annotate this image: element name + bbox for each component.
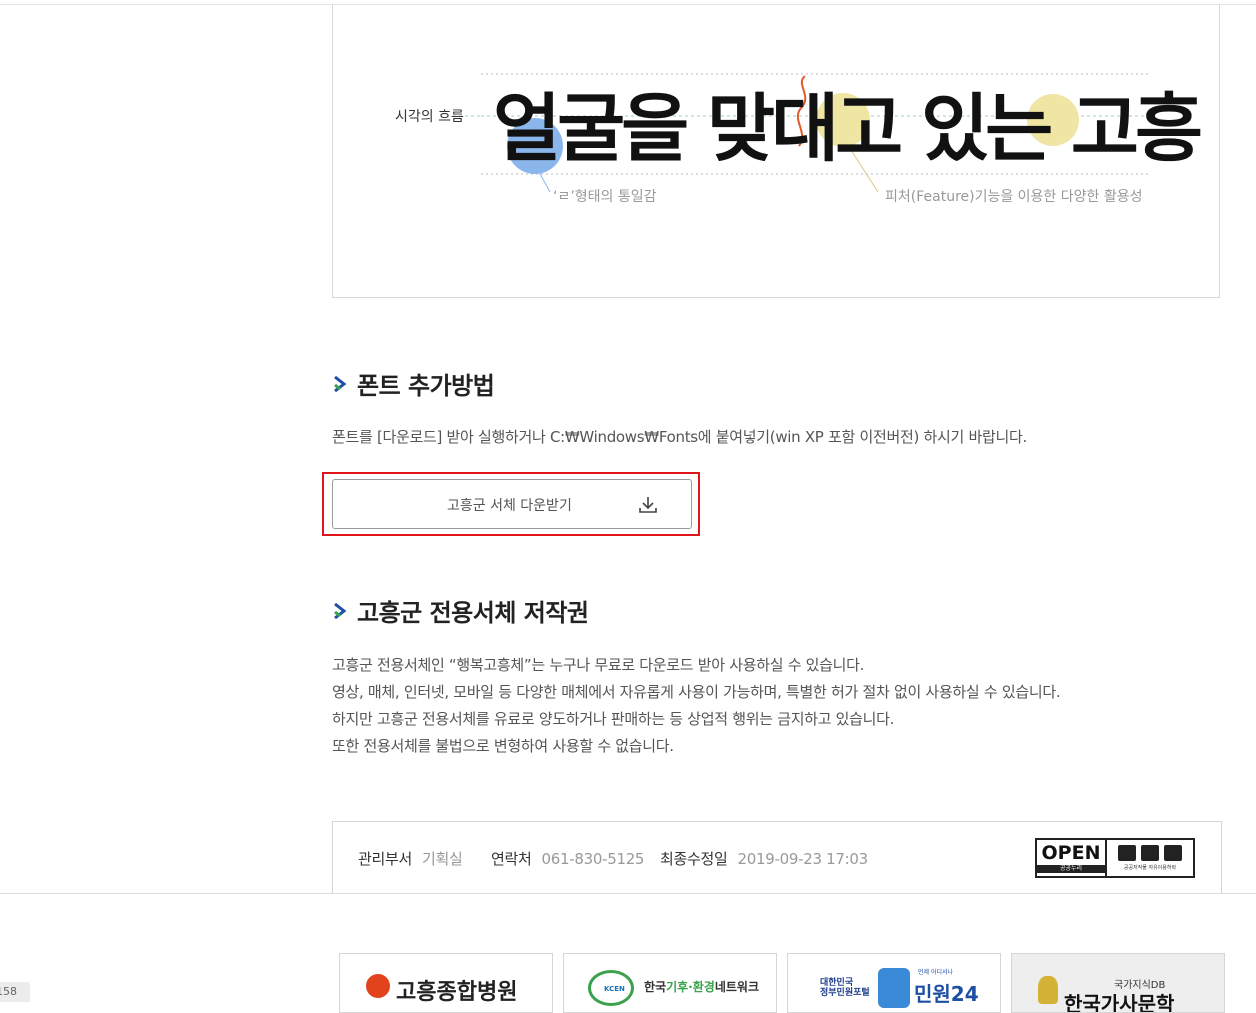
sample-phrase: 얼굴을 맞대고 있는 고흥 <box>493 86 1201 172</box>
install-title-text: 폰트 추가방법 <box>357 372 495 400</box>
banner-label: 민원24 <box>914 982 979 1006</box>
banner-goheung-hospital[interactable]: 고흥종합병원 <box>339 953 553 1013</box>
install-section-title: 폰트 추가방법 <box>333 366 495 401</box>
noncommercial-icon <box>1141 845 1159 861</box>
copyright-line: 또한 전용서체를 불법으로 변형하여 사용할 수 없습니다. <box>332 737 674 755</box>
attribution-icon <box>1118 845 1136 861</box>
install-instructions: 폰트를 [다운로드] 받아 실행하거나 C:₩Windows₩Fonts에 붙여… <box>332 428 1027 446</box>
rieul-note: ‘ㄹ’형태의 통일감 <box>553 189 657 205</box>
banner-label: 고흥종합병원 <box>396 980 518 1005</box>
font-sample-box: 얼굴을 맞대고 있는 고흥 시각의 흐름 ‘ㄹ’형태의 통일감 피처(Featu… <box>332 4 1220 298</box>
visual-flow-label: 시각의 흐름 <box>395 109 464 125</box>
open-word: OPEN <box>1041 841 1101 864</box>
kogl-open-license-badge[interactable]: OPEN 공공누리 공공저작물 자유이용허락 <box>1035 838 1195 878</box>
download-button-label: 고흥군 서체 다운받기 <box>447 498 572 514</box>
page-info-bar: 관리부서 기획실 연락처 061-830-5125 최종수정일 2019-09-23 … <box>332 821 1222 893</box>
open-right-sub: 공공저작물 자유이용허락 <box>1123 865 1177 871</box>
banner-kcen[interactable]: KCEN 한국기후·환경네트워크 <box>563 953 777 1013</box>
license-icons <box>1118 845 1182 861</box>
copyright-line: 고흥군 전용서체인 “행복고흥체”는 누구나 무료로 다운로드 받아 사용하실 … <box>332 656 865 674</box>
copyright-paragraph: 고흥군 전용서체인 “행복고흥체”는 누구나 무료로 다운로드 받아 사용하실 … <box>332 652 1061 760</box>
contact-info: 연락처 061-830-5125 <box>491 848 644 869</box>
contact-value: 061-830-5125 <box>541 850 645 868</box>
banner-label: 한국가사문학 <box>1064 992 1175 1013</box>
banner-gasa-literature[interactable]: 국가지식DB 한국가사문학 <box>1011 953 1225 1013</box>
no-derivatives-icon <box>1164 845 1182 861</box>
feature-note: 피처(Feature)기능을 이용한 다양한 활용성 <box>885 189 1143 205</box>
gasa-logo-icon <box>1038 976 1058 1004</box>
banner-minwon24[interactable]: 대한민국 정부민원포털 언제 어디서나 민원24 <box>787 953 1001 1013</box>
updated-value: 2019-09-23 17:03 <box>737 850 869 868</box>
copyright-section-title: 고흥군 전용서체 저작권 <box>333 593 589 628</box>
banner-top-text: 언제 어디서나 <box>918 969 954 976</box>
chevron-bullet-icon <box>334 602 347 619</box>
download-icon <box>639 497 657 513</box>
copyright-line: 영상, 매체, 인터넷, 모바일 등 다양한 매체에서 자유롭게 사용이 가능하… <box>332 683 1061 701</box>
font-sample-illustration: 얼굴을 맞대고 있는 고흥 <box>453 73 1205 193</box>
open-sub: 공공누리 <box>1037 864 1105 873</box>
contact-label: 연락처 <box>491 850 532 868</box>
page-number-tab: 158 <box>0 982 30 1002</box>
minwon-mascot-icon <box>878 968 910 1008</box>
dept-value: 기획실 <box>422 850 463 868</box>
banner-label: 한국기후·환경네트워크 <box>644 980 759 994</box>
copyright-title-text: 고흥군 전용서체 저작권 <box>357 599 589 627</box>
banner-portal-label: 대한민국 정부민원포털 <box>820 978 870 998</box>
dept-label: 관리부서 <box>358 850 413 868</box>
download-font-button[interactable]: 고흥군 서체 다운받기 <box>332 479 692 529</box>
last-updated: 최종수정일 2019-09-23 17:03 <box>660 848 868 869</box>
managing-department: 관리부서 기획실 <box>358 848 463 869</box>
hospital-logo-icon <box>366 974 390 998</box>
chevron-bullet-icon <box>334 375 347 392</box>
updated-label: 최종수정일 <box>660 850 728 868</box>
kcen-mark: KCEN <box>604 985 625 993</box>
footer-divider <box>0 893 1256 894</box>
copyright-line: 하지만 고흥군 전용서체를 유료로 양도하거나 판매하는 등 상업적 행위는 금… <box>332 710 895 728</box>
